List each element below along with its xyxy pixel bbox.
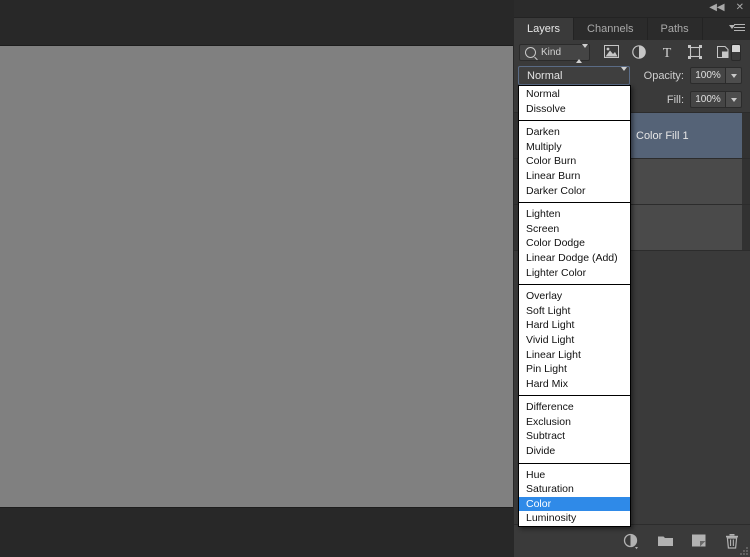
window-controls: ◀◀ ✕ (709, 3, 744, 13)
menu-separator (519, 202, 630, 203)
opacity-control: Opacity: 100% (644, 67, 742, 84)
stepper-arrows-icon (576, 48, 583, 59)
menu-item-soft-light[interactable]: Soft Light (519, 304, 630, 319)
menu-item-divide[interactable]: Divide (519, 444, 630, 459)
menu-item-color-dodge[interactable]: Color Dodge (519, 236, 630, 251)
menu-item-exclusion[interactable]: Exclusion (519, 415, 630, 430)
layer-row-edge (742, 113, 750, 158)
menu-item-lighten[interactable]: Lighten (519, 207, 630, 222)
menu-item-pin-light[interactable]: Pin Light (519, 362, 630, 377)
document-canvas[interactable] (0, 45, 513, 508)
menu-item-linear-burn[interactable]: Linear Burn (519, 169, 630, 184)
filter-pixel-layers-icon[interactable] (604, 45, 619, 60)
menu-item-color[interactable]: Color (519, 497, 630, 512)
fill-label: Fill: (667, 94, 684, 106)
new-layer-button[interactable] (691, 533, 708, 550)
panel-tab-strip: Layers Channels Paths (514, 18, 750, 40)
menu-item-screen[interactable]: Screen (519, 222, 630, 237)
filter-type-layers-icon[interactable]: T (660, 45, 675, 60)
search-icon (525, 47, 536, 58)
tab-channels-label: Channels (587, 23, 633, 35)
svg-text:T: T (663, 46, 672, 59)
tab-layers-label: Layers (527, 23, 560, 35)
blend-mode-value: Normal (527, 70, 562, 82)
menu-item-overlay[interactable]: Overlay (519, 289, 630, 304)
menu-item-hard-mix[interactable]: Hard Mix (519, 377, 630, 392)
fill-dropdown-arrow[interactable] (726, 91, 742, 108)
menu-item-vivid-light[interactable]: Vivid Light (519, 333, 630, 348)
opacity-label: Opacity: (644, 70, 684, 82)
menu-item-normal[interactable]: Normal (519, 87, 630, 102)
filter-kind-dropdown[interactable]: Kind (519, 44, 590, 61)
resize-grip[interactable] (738, 545, 748, 555)
add-adjustment-layer-button[interactable] (623, 533, 640, 550)
document-topbar (0, 0, 513, 45)
fill-control: Fill: 100% (667, 91, 742, 108)
filter-kind-label: Kind (541, 47, 561, 58)
filter-smart-object-layers-icon[interactable] (716, 45, 731, 60)
filter-shape-layers-icon[interactable] (688, 45, 703, 60)
panel-menu-icon[interactable] (729, 23, 745, 35)
menu-separator (519, 463, 630, 464)
menu-item-multiply[interactable]: Multiply (519, 140, 630, 155)
filter-adjustment-layers-icon[interactable] (632, 45, 647, 60)
menu-item-darker-color[interactable]: Darker Color (519, 184, 630, 199)
menu-item-color-burn[interactable]: Color Burn (519, 154, 630, 169)
dock-titlebar: ◀◀ ✕ (514, 0, 750, 18)
hamburger-icon (734, 24, 745, 33)
menu-item-difference[interactable]: Difference (519, 400, 630, 415)
filter-enable-toggle[interactable] (731, 44, 741, 61)
blend-mode-dropdown[interactable]: Normal (518, 66, 630, 85)
menu-item-hard-light[interactable]: Hard Light (519, 318, 630, 333)
menu-item-linear-light[interactable]: Linear Light (519, 348, 630, 363)
menu-item-lighter-color[interactable]: Lighter Color (519, 266, 630, 281)
tab-paths[interactable]: Paths (648, 18, 703, 40)
menu-item-linear-dodge-add[interactable]: Linear Dodge (Add) (519, 251, 630, 266)
photoshop-window: ◀◀ ✕ Layers Channels Paths (0, 0, 750, 557)
menu-item-dissolve[interactable]: Dissolve (519, 102, 630, 117)
stepper-arrows-icon (615, 71, 622, 82)
menu-separator (519, 284, 630, 285)
menu-separator (519, 120, 630, 121)
menu-item-luminosity[interactable]: Luminosity (519, 511, 630, 526)
tab-layers[interactable]: Layers (514, 18, 574, 40)
blend-mode-menu[interactable]: NormalDissolveDarkenMultiplyColor BurnLi… (518, 85, 631, 527)
filter-type-icons: T (604, 45, 731, 60)
collapse-to-icons-icon[interactable]: ◀◀ (709, 3, 724, 13)
layer-name-label: Color Fill 1 (636, 130, 689, 142)
opacity-dropdown-arrow[interactable] (726, 67, 742, 84)
menu-separator (519, 395, 630, 396)
close-icon[interactable]: ✕ (736, 3, 744, 13)
menu-item-saturation[interactable]: Saturation (519, 482, 630, 497)
layer-row-edge (742, 205, 750, 250)
menu-item-subtract[interactable]: Subtract (519, 429, 630, 444)
tab-paths-label: Paths (661, 23, 689, 35)
layer-filter-bar: Kind (514, 40, 750, 64)
opacity-input[interactable]: 100% (690, 67, 726, 84)
new-group-button[interactable] (657, 533, 674, 550)
layer-row-edge (742, 159, 750, 204)
menu-item-hue[interactable]: Hue (519, 468, 630, 483)
tab-channels[interactable]: Channels (574, 18, 647, 40)
layer-panel-toolbar (514, 524, 750, 557)
fill-input[interactable]: 100% (690, 91, 726, 108)
menu-item-darken[interactable]: Darken (519, 125, 630, 140)
